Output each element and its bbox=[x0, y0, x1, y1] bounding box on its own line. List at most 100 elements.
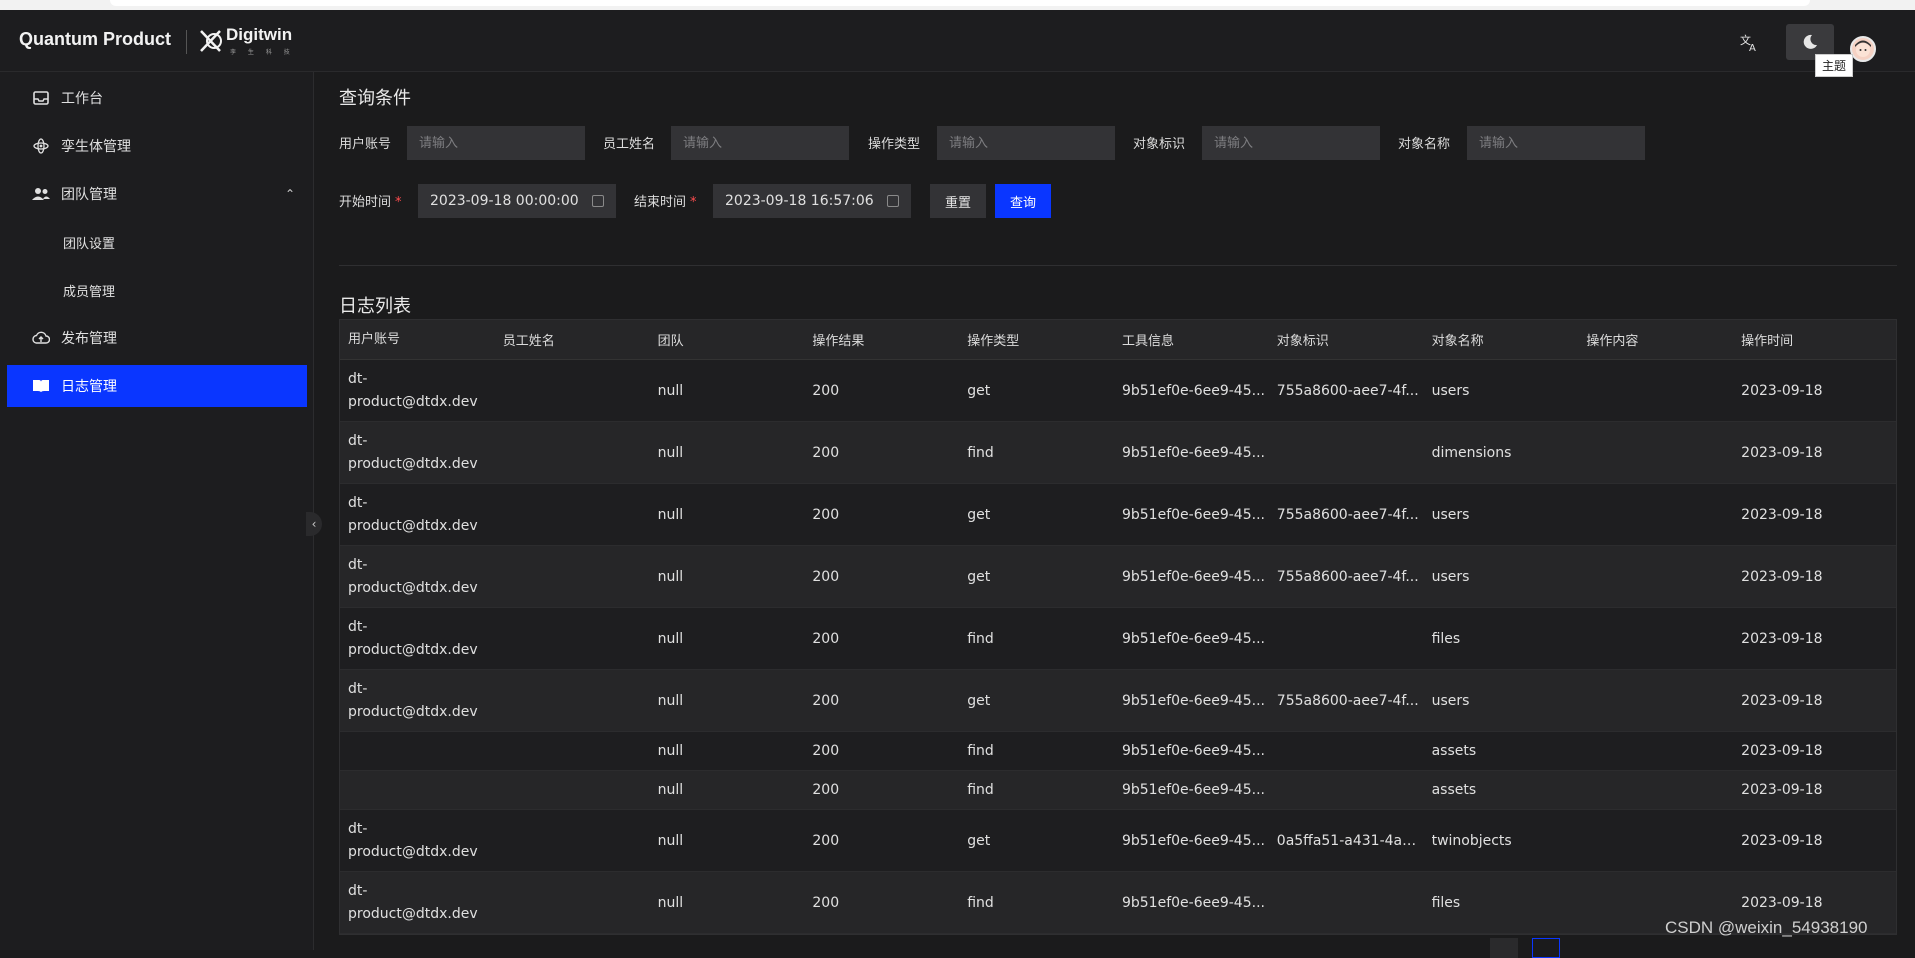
sidebar-item-workbench[interactable]: 工作台 bbox=[7, 77, 307, 119]
team-cell: null bbox=[657, 382, 684, 399]
result-cell: 200 bbox=[812, 782, 840, 798]
object-name-cell: users bbox=[1431, 382, 1470, 399]
user-account-cell: dt-product@dtdx.dev bbox=[348, 820, 478, 860]
log-list-title: 日志列表 bbox=[339, 296, 411, 317]
object-name-cell: assets bbox=[1431, 782, 1477, 798]
sidebar-item-twin-management[interactable]: 孪生体管理 bbox=[7, 125, 307, 167]
column-header[interactable]: 工具信息 bbox=[1114, 330, 1269, 349]
svg-text:A: A bbox=[1749, 43, 1756, 52]
result-cell: 200 bbox=[812, 506, 840, 523]
object-name-cell: users bbox=[1431, 692, 1470, 709]
result-cell: 200 bbox=[812, 444, 840, 461]
user-account-input[interactable] bbox=[407, 126, 585, 160]
op-time-cell: 2023-09-18 bbox=[1741, 743, 1823, 759]
table-row[interactable]: dt-product@dtdx.dev null 200 get 9b51ef0… bbox=[340, 546, 1896, 608]
inbox-icon bbox=[31, 88, 51, 108]
user-account-label: 用户账号 bbox=[339, 137, 392, 152]
table-row[interactable]: null 200 find 9b51ef0e-6ee9-45... assets… bbox=[340, 732, 1896, 771]
tool-info-cell: 9b51ef0e-6ee9-45... bbox=[1121, 382, 1265, 399]
object-id-input[interactable] bbox=[1202, 126, 1380, 160]
op-time-cell: 2023-09-18 bbox=[1741, 832, 1823, 849]
column-header[interactable]: 操作结果 bbox=[804, 330, 959, 349]
table-row[interactable]: dt-product@dtdx.dev null 200 get 9b51ef0… bbox=[340, 484, 1896, 546]
browser-top-strip bbox=[0, 0, 1915, 10]
sidebar-item-team-settings[interactable]: 团队设置 bbox=[7, 221, 307, 263]
op-time-cell: 2023-09-18 bbox=[1741, 506, 1823, 523]
query-button[interactable]: 查询 bbox=[995, 184, 1051, 218]
brand-title: Quantum Product bbox=[19, 29, 171, 49]
table-row[interactable]: dt-product@dtdx.dev null 200 get 9b51ef0… bbox=[340, 360, 1896, 422]
op-type-input[interactable] bbox=[937, 126, 1115, 160]
table-row[interactable]: null 200 find 9b51ef0e-6ee9-45... assets… bbox=[340, 771, 1896, 810]
sidebar-item-log-management[interactable]: 日志管理 bbox=[7, 365, 307, 407]
table-header: 用户账号 员工姓名 团队 操作结果 操作类型 工具信息 对象标识 对象名称 操作… bbox=[340, 320, 1896, 360]
team-cell: null bbox=[657, 692, 684, 709]
tool-info-cell: 9b51ef0e-6ee9-45... bbox=[1121, 832, 1265, 849]
chevron-up-icon: ⌃ bbox=[284, 187, 295, 201]
calendar-icon bbox=[592, 195, 604, 207]
tool-info-cell: 9b51ef0e-6ee9-45... bbox=[1121, 894, 1265, 911]
op-type-cell: find bbox=[967, 894, 994, 911]
table-row[interactable]: dt-product@dtdx.dev null 200 find 9b51ef… bbox=[340, 872, 1896, 934]
column-header[interactable]: 员工姓名 bbox=[495, 330, 650, 349]
sidebar-item-team-management[interactable]: 团队管理 ⌃ bbox=[7, 173, 307, 215]
table-row[interactable]: dt-product@dtdx.dev null 200 find 9b51ef… bbox=[340, 608, 1896, 670]
op-time-cell: 2023-09-18 bbox=[1741, 894, 1823, 911]
result-cell: 200 bbox=[812, 630, 840, 647]
user-account-cell: dt-product@dtdx.dev bbox=[348, 882, 478, 922]
op-type-cell: get bbox=[967, 382, 991, 399]
column-header[interactable]: 对象名称 bbox=[1424, 330, 1579, 349]
column-header[interactable]: 操作时间 bbox=[1733, 330, 1896, 349]
tool-info-cell: 9b51ef0e-6ee9-45... bbox=[1121, 692, 1265, 709]
required-mark: * bbox=[690, 195, 697, 210]
team-cell: null bbox=[657, 894, 684, 911]
sidebar-item-member-management[interactable]: 成员管理 bbox=[7, 269, 307, 311]
end-time-picker[interactable]: 2023-09-18 16:57:06 bbox=[713, 184, 911, 218]
brand-divider bbox=[186, 30, 187, 54]
object-name-cell: twinobjects bbox=[1431, 832, 1512, 849]
sidebar-item-label: 日志管理 bbox=[61, 379, 117, 395]
object-id-cell: 755a8600-aee7-4f... bbox=[1276, 568, 1419, 585]
op-type-cell: find bbox=[967, 782, 994, 798]
result-cell: 200 bbox=[812, 894, 840, 911]
column-header[interactable]: 用户账号 bbox=[340, 328, 495, 351]
object-id-label: 对象标识 bbox=[1133, 137, 1186, 152]
table-row[interactable]: dt-product@dtdx.dev null 200 find 9b51ef… bbox=[340, 422, 1896, 484]
logo-text: Digitwin bbox=[226, 25, 293, 44]
column-header[interactable]: 团队 bbox=[650, 330, 805, 349]
team-cell: null bbox=[657, 506, 684, 523]
translate-icon[interactable]: 文A bbox=[1726, 24, 1774, 60]
table-row[interactable]: dt-product@dtdx.dev null 200 get 9b51ef0… bbox=[340, 670, 1896, 732]
employee-name-input[interactable] bbox=[671, 126, 849, 160]
object-id-cell: 755a8600-aee7-4f... bbox=[1276, 506, 1419, 523]
reset-button[interactable]: 重置 bbox=[930, 184, 986, 218]
column-header[interactable]: 操作类型 bbox=[959, 330, 1114, 349]
sidebar-item-publish-management[interactable]: 发布管理 bbox=[7, 317, 307, 359]
op-type-cell: find bbox=[967, 444, 994, 461]
log-table: 用户账号 员工姓名 团队 操作结果 操作类型 工具信息 对象标识 对象名称 操作… bbox=[339, 319, 1897, 935]
main-content: 查询条件 用户账号 员工姓名 操作类型 对象标识 对象名称 开始时间* 2023… bbox=[315, 72, 1915, 958]
op-time-cell: 2023-09-18 bbox=[1741, 382, 1823, 399]
current-page-button[interactable] bbox=[1532, 938, 1560, 958]
table-row[interactable]: dt-product@dtdx.dev null 200 get 9b51ef0… bbox=[340, 810, 1896, 872]
object-name-input[interactable] bbox=[1467, 126, 1645, 160]
tool-info-cell: 9b51ef0e-6ee9-45... bbox=[1121, 782, 1265, 798]
user-avatar[interactable] bbox=[1850, 36, 1876, 62]
pagination bbox=[1490, 938, 1560, 958]
tool-info-cell: 9b51ef0e-6ee9-45... bbox=[1121, 743, 1265, 759]
column-header[interactable]: 操作内容 bbox=[1578, 330, 1733, 349]
top-bar: Quantum Product Digitwin 孪 生 科 技 文A bbox=[0, 10, 1915, 72]
digitwin-logo-icon bbox=[200, 30, 222, 52]
start-time-picker[interactable]: 2023-09-18 00:00:00 bbox=[418, 184, 616, 218]
object-name-label: 对象名称 bbox=[1398, 137, 1451, 152]
column-header[interactable]: 对象标识 bbox=[1269, 330, 1424, 349]
user-account-cell: dt-product@dtdx.dev bbox=[348, 680, 478, 720]
object-name-cell: dimensions bbox=[1431, 444, 1512, 461]
team-cell: null bbox=[657, 444, 684, 461]
prev-page-button[interactable] bbox=[1490, 938, 1518, 958]
object-name-cell: users bbox=[1431, 506, 1470, 523]
team-cell: null bbox=[657, 782, 684, 798]
object-id-cell: 755a8600-aee7-4f... bbox=[1276, 382, 1419, 399]
op-type-cell: get bbox=[967, 832, 991, 849]
object-name-cell: assets bbox=[1431, 743, 1477, 759]
